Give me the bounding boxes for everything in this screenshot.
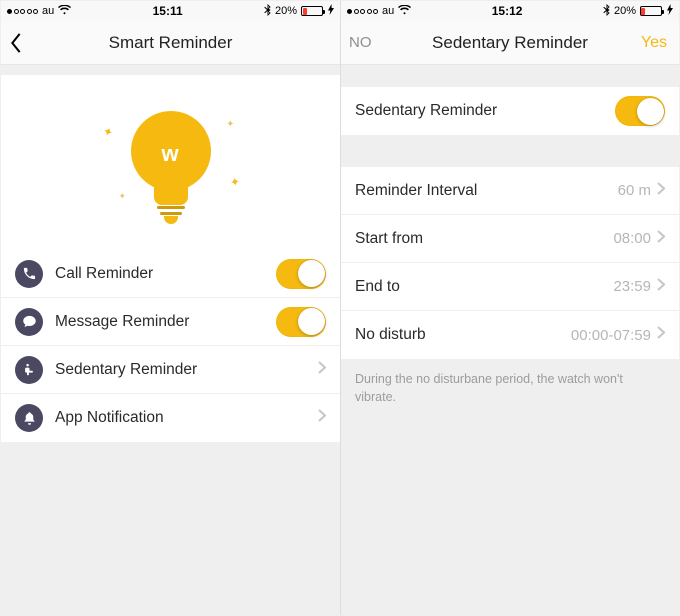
chevron-right-icon — [657, 230, 665, 248]
phone-icon — [15, 260, 43, 288]
row-label: Call Reminder — [55, 265, 276, 283]
row-value: 60 m — [618, 182, 651, 199]
sparkle-icon: ✦ — [100, 124, 114, 141]
chevron-right-icon — [657, 182, 665, 200]
back-button[interactable] — [9, 21, 23, 64]
signal-dots-icon — [347, 9, 378, 14]
row-label: End to — [355, 278, 613, 296]
toggle-sedentary[interactable] — [615, 96, 665, 126]
nav-bar: Smart Reminder — [1, 21, 340, 65]
hero-illustration: ✦ ✦ ✦ ✦ w — [1, 75, 340, 250]
screen-sedentary-reminder: au 15:12 20% NO Sedentary Reminder Yes — [340, 1, 679, 615]
row-label: Sedentary Reminder — [355, 102, 615, 120]
page-title: Smart Reminder — [109, 33, 233, 53]
chevron-right-icon — [318, 361, 326, 379]
row-value: 23:59 — [613, 278, 651, 295]
status-time: 15:12 — [492, 4, 523, 18]
carrier-label: au — [42, 5, 54, 17]
row-no-disturb[interactable]: No disturb 00:00-07:59 — [341, 311, 679, 359]
bluetooth-icon — [603, 4, 610, 19]
message-icon — [15, 308, 43, 336]
sparkle-icon: ✦ — [119, 191, 127, 202]
chevron-right-icon — [657, 326, 665, 344]
row-label: App Notification — [55, 409, 318, 427]
charging-icon — [667, 4, 673, 18]
battery-icon — [301, 6, 323, 16]
sparkle-icon: ✦ — [229, 174, 241, 190]
row-call-reminder[interactable]: Call Reminder — [1, 250, 340, 298]
row-label: No disturb — [355, 326, 571, 344]
bluetooth-icon — [264, 4, 271, 19]
row-sedentary-reminder[interactable]: Sedentary Reminder — [1, 346, 340, 394]
carrier-label: au — [382, 5, 394, 17]
row-end-to[interactable]: End to 23:59 — [341, 263, 679, 311]
status-bar: au 15:12 20% — [341, 1, 679, 21]
status-time: 15:11 — [153, 4, 183, 18]
confirm-button[interactable]: Yes — [641, 21, 667, 64]
row-start-from[interactable]: Start from 08:00 — [341, 215, 679, 263]
toggle-call-reminder[interactable] — [276, 259, 326, 289]
signal-dots-icon — [7, 9, 38, 14]
battery-pct: 20% — [614, 5, 636, 17]
wifi-icon — [58, 5, 71, 18]
toggle-message-reminder[interactable] — [276, 307, 326, 337]
row-sedentary-toggle[interactable]: Sedentary Reminder — [341, 87, 679, 135]
wifi-icon — [398, 5, 411, 18]
row-message-reminder[interactable]: Message Reminder — [1, 298, 340, 346]
row-reminder-interval[interactable]: Reminder Interval 60 m — [341, 167, 679, 215]
seat-icon — [15, 356, 43, 384]
row-label: Message Reminder — [55, 313, 276, 331]
cancel-button[interactable]: NO — [349, 21, 372, 64]
screen-smart-reminder: au 15:11 20% Smart Reminder — [1, 1, 340, 615]
row-value: 08:00 — [613, 230, 651, 247]
chevron-right-icon — [657, 278, 665, 296]
sparkle-icon: ✦ — [226, 119, 234, 130]
row-app-notification[interactable]: App Notification — [1, 394, 340, 442]
row-label: Start from — [355, 230, 613, 248]
row-label: Sedentary Reminder — [55, 361, 318, 379]
battery-pct: 20% — [275, 5, 297, 17]
charging-icon — [328, 4, 334, 18]
status-bar: au 15:11 20% — [1, 1, 340, 21]
footnote-text: During the no disturbane period, the wat… — [341, 359, 679, 418]
bell-icon — [15, 404, 43, 432]
chevron-right-icon — [318, 409, 326, 427]
battery-icon — [640, 6, 662, 16]
bulb-letter: w — [161, 141, 179, 167]
nav-bar: NO Sedentary Reminder Yes — [341, 21, 679, 65]
row-value: 00:00-07:59 — [571, 327, 651, 344]
page-title: Sedentary Reminder — [432, 33, 588, 53]
row-label: Reminder Interval — [355, 182, 618, 200]
